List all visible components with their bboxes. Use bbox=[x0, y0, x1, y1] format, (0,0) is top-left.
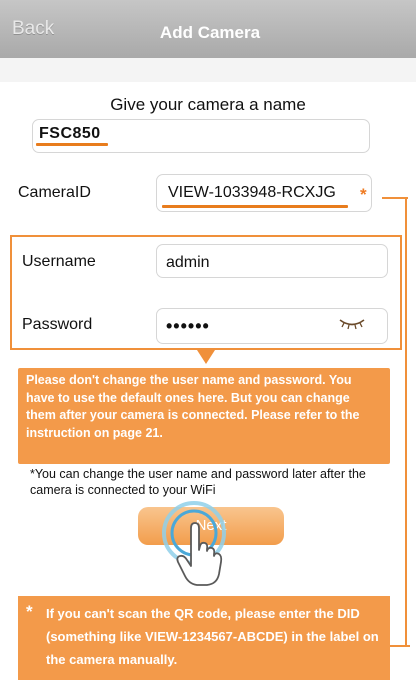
hand-tap-icon bbox=[176, 522, 223, 586]
camera-name-value: FSC850 bbox=[39, 125, 101, 142]
back-button[interactable]: Back bbox=[12, 18, 54, 40]
manual-did-note: * If you can't scan the QR code, please … bbox=[18, 596, 390, 680]
callout-arrow bbox=[197, 350, 215, 364]
note-text: If you can't scan the QR code, please en… bbox=[46, 606, 379, 667]
note-asterisk: * bbox=[26, 602, 33, 621]
password-value: •••••• bbox=[166, 316, 210, 336]
credentials-callout: Please don't change the user name and pa… bbox=[18, 368, 390, 464]
navigation-bar: Back Add Camera bbox=[0, 0, 416, 59]
password-label: Password bbox=[22, 316, 93, 333]
camera-id-label: CameraID bbox=[18, 184, 91, 201]
camera-id-underline bbox=[162, 205, 348, 208]
note-pointer-line bbox=[390, 645, 410, 647]
page-title: Add Camera bbox=[159, 23, 261, 42]
camera-name-prompt: Give your camera a name bbox=[110, 95, 306, 114]
username-label: Username bbox=[22, 253, 96, 270]
header-divider bbox=[0, 58, 416, 82]
camera-id-asterisk: * bbox=[360, 185, 367, 204]
credentials-hint: *You can change the user name and passwo… bbox=[30, 467, 366, 497]
username-value: admin bbox=[166, 254, 210, 271]
camera-name-underline bbox=[36, 143, 108, 146]
camera-id-value: VIEW-1033948-RCXJG bbox=[168, 184, 336, 201]
side-connector-line bbox=[405, 197, 407, 647]
eye-closed-icon[interactable] bbox=[338, 316, 366, 330]
